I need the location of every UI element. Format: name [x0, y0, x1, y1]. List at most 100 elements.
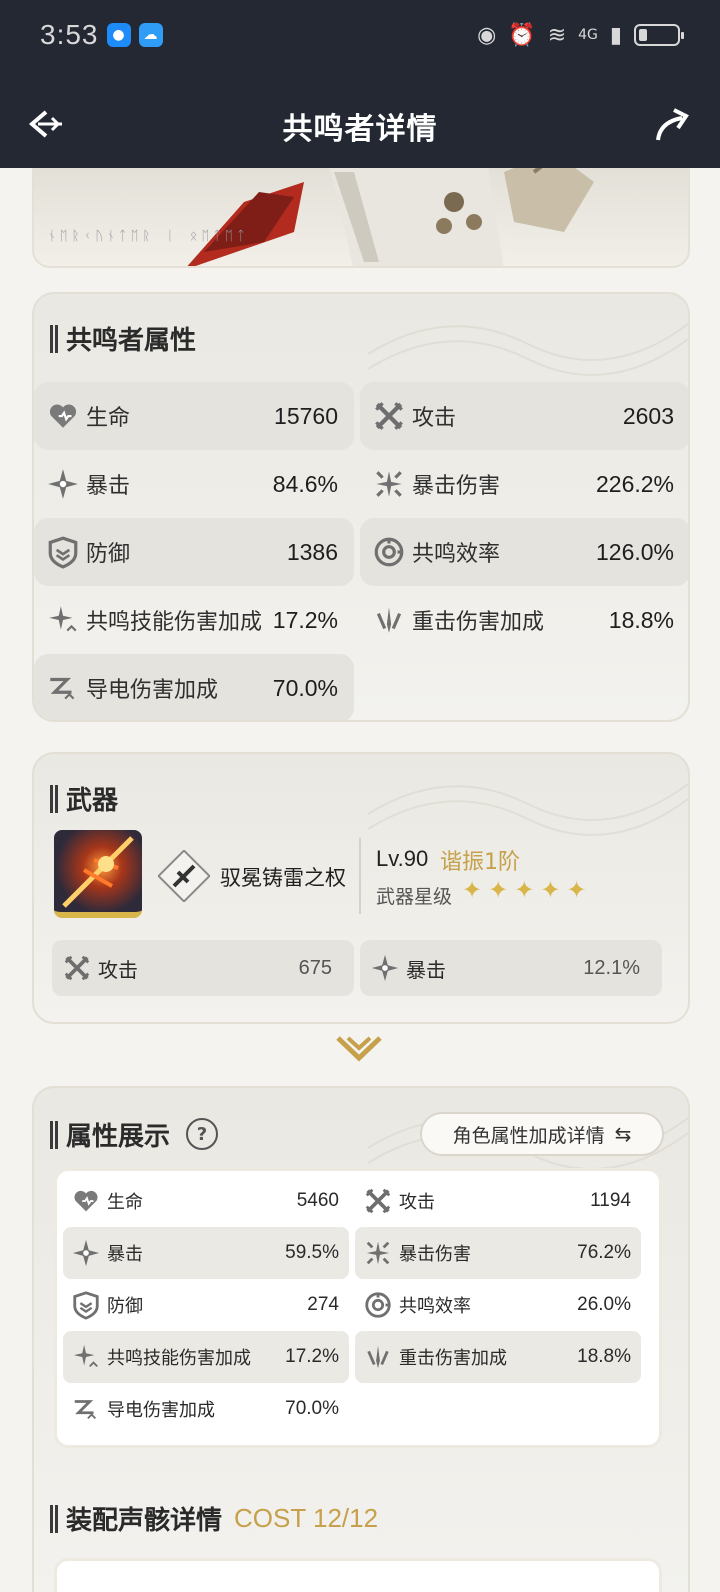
heavy-attack-icon [363, 1342, 393, 1372]
stat-value: 1194 [590, 1190, 631, 1211]
stat-value: 15760 [274, 402, 338, 429]
stat-value: 675 [298, 956, 332, 979]
stat-hp: 生命 15760 [34, 382, 354, 450]
network-label: 4G [578, 27, 598, 43]
stat-value: 1386 [286, 538, 338, 565]
title-bar-icon [50, 1504, 58, 1533]
weapon-title: 武器 [50, 780, 118, 817]
stat-crit-damage: 暴击伤害 226.2% [360, 450, 688, 518]
star-icon: ✦ [488, 876, 509, 904]
weapon-level: Lv.90 [376, 846, 429, 871]
stat-value: 26.0% [577, 1294, 631, 1315]
crit-damage-icon [372, 467, 406, 501]
stat-label: 暴击伤害 [412, 474, 501, 499]
weapon-stat-atk: 攻击 675 [52, 940, 354, 996]
stat-label: 攻击 [412, 406, 457, 431]
stat-label: 暴击 [406, 957, 446, 982]
weapon-stat-crit: 暴击 12.1% [360, 940, 662, 996]
stat-value: 76.2% [577, 1242, 631, 1263]
attribute-display-heading: 属性展示 [66, 1122, 171, 1152]
weapon-image[interactable] [54, 830, 142, 918]
weapon-heading: 武器 [66, 786, 119, 816]
stat-label: 防御 [86, 542, 131, 567]
alarm-icon: ⏰ [508, 22, 536, 48]
weapon-divider [359, 838, 361, 914]
title-bar-icon [50, 324, 58, 353]
attr-crit: 暴击 59.5% [63, 1227, 349, 1279]
stat-value: 274 [307, 1294, 339, 1315]
heavy-attack-icon [372, 603, 406, 637]
echo-title: 装配声骸详情 COST 12/12 [50, 1500, 378, 1537]
stat-value: 12.1% [583, 956, 640, 979]
detail-button-label: 角色属性加成详情 [452, 1124, 605, 1147]
crit-damage-icon [363, 1238, 393, 1268]
echo-card[interactable] [54, 1558, 662, 1592]
star-icon: ✦ [566, 876, 587, 904]
status-bar: 3:53 ● ☁ ◉ ⏰ ≋ 4G ▮ [0, 0, 720, 70]
stat-label: 生命 [107, 1192, 143, 1213]
resonator-stats-title: 共鸣者属性 [50, 320, 196, 357]
chat-app-icon: ● [106, 23, 131, 47]
wave-decoration [368, 323, 688, 376]
stat-value: 59.5% [285, 1242, 339, 1263]
nav-header: 共鸣者详情 [0, 84, 720, 168]
status-time: 3:53 [40, 19, 99, 50]
stat-label: 重击伤害加成 [412, 610, 545, 635]
stat-value: 17.2% [272, 606, 338, 633]
resonator-stats-panel: 共鸣者属性 生命 15760 攻击 2603 暴击 84.6% 暴击伤害 226… [32, 292, 690, 722]
sword-type-icon [158, 850, 210, 902]
battery-icon [634, 24, 684, 46]
heart-icon [71, 1186, 101, 1216]
help-icon[interactable]: ? [186, 1118, 218, 1150]
stat-label: 攻击 [399, 1192, 435, 1213]
attribute-display-panel: 属性展示 ? 角色属性加成详情 ⇆ 生命 5460 攻击 1194 暴击 59.… [32, 1086, 690, 1592]
stat-value: 126.0% [595, 538, 674, 565]
crit-star-icon [370, 953, 400, 983]
attr-crit-damage: 暴击伤害 76.2% [355, 1227, 641, 1279]
wave-decoration [368, 783, 688, 836]
resonator-stats-heading: 共鸣者属性 [66, 326, 197, 356]
electro-bonus-icon [71, 1394, 101, 1424]
chevron-down-icon[interactable] [336, 1034, 382, 1062]
echo-cost: COST 12/12 [234, 1503, 379, 1533]
stat-value: 84.6% [272, 470, 338, 497]
help-label: ? [196, 1123, 208, 1145]
wifi-icon: ≋ [547, 22, 567, 48]
eye-icon: ◉ [477, 22, 497, 48]
stat-label: 生命 [86, 406, 131, 431]
stat-label: 导电伤害加成 [107, 1400, 215, 1421]
attr-electro-bonus: 导电伤害加成 70.0% [63, 1383, 349, 1435]
weapon-rank: 谐振1阶 [440, 850, 520, 875]
signal-icon: ▮ [609, 22, 622, 48]
stat-label: 共鸣技能伤害加成 [86, 610, 263, 635]
attr-skill-bonus: 共鸣技能伤害加成 17.2% [63, 1331, 349, 1383]
echo-heading: 装配声骸详情 [66, 1506, 223, 1536]
stat-label: 重击伤害加成 [399, 1348, 507, 1369]
skill-bonus-icon [46, 603, 80, 637]
stat-value: 18.8% [608, 606, 674, 633]
stat-label: 共鸣技能伤害加成 [107, 1348, 251, 1369]
stat-label: 暴击 [107, 1244, 143, 1265]
title-bar-icon [50, 1120, 58, 1149]
weapon-panel[interactable]: 武器 驭冕铸雷之权 Lv.90 谐振1阶 武器星级 ✦ ✦ ✦ ✦ ✦ 攻击 6… [32, 752, 690, 1024]
weapon-star-rating: ✦ ✦ ✦ ✦ ✦ [462, 876, 587, 904]
app-top-bar: 3:53 ● ☁ ◉ ⏰ ≋ 4G ▮ 共鸣者详情 [0, 0, 720, 168]
attr-atk: 攻击 1194 [355, 1175, 641, 1227]
weather-app-icon: ☁ [138, 23, 163, 47]
swap-icon: ⇆ [614, 1122, 632, 1146]
attr-energy-regen: 共鸣效率 26.0% [355, 1279, 641, 1331]
crossed-swords-icon [363, 1186, 393, 1216]
crossed-swords-icon [62, 953, 92, 983]
rune-text-decoration: ᚾᛖᚱᚲᚢᚾᛏᛖᚱ ᛁ ᛟᛖᛏᛖᛏ [48, 229, 249, 244]
stat-label: 导电伤害加成 [86, 678, 219, 703]
attribute-bonus-detail-button[interactable]: 角色属性加成详情 ⇆ [420, 1112, 664, 1156]
weapon-star-label: 武器星级 [376, 886, 453, 908]
stat-label: 暴击伤害 [399, 1244, 471, 1265]
shield-icon [46, 535, 80, 569]
back-arrow-icon[interactable] [26, 104, 66, 144]
heart-icon [46, 399, 80, 433]
stat-label: 共鸣效率 [412, 542, 501, 567]
stat-value: 2603 [622, 402, 674, 429]
share-icon[interactable] [652, 104, 692, 144]
page-title: 共鸣者详情 [282, 112, 438, 147]
